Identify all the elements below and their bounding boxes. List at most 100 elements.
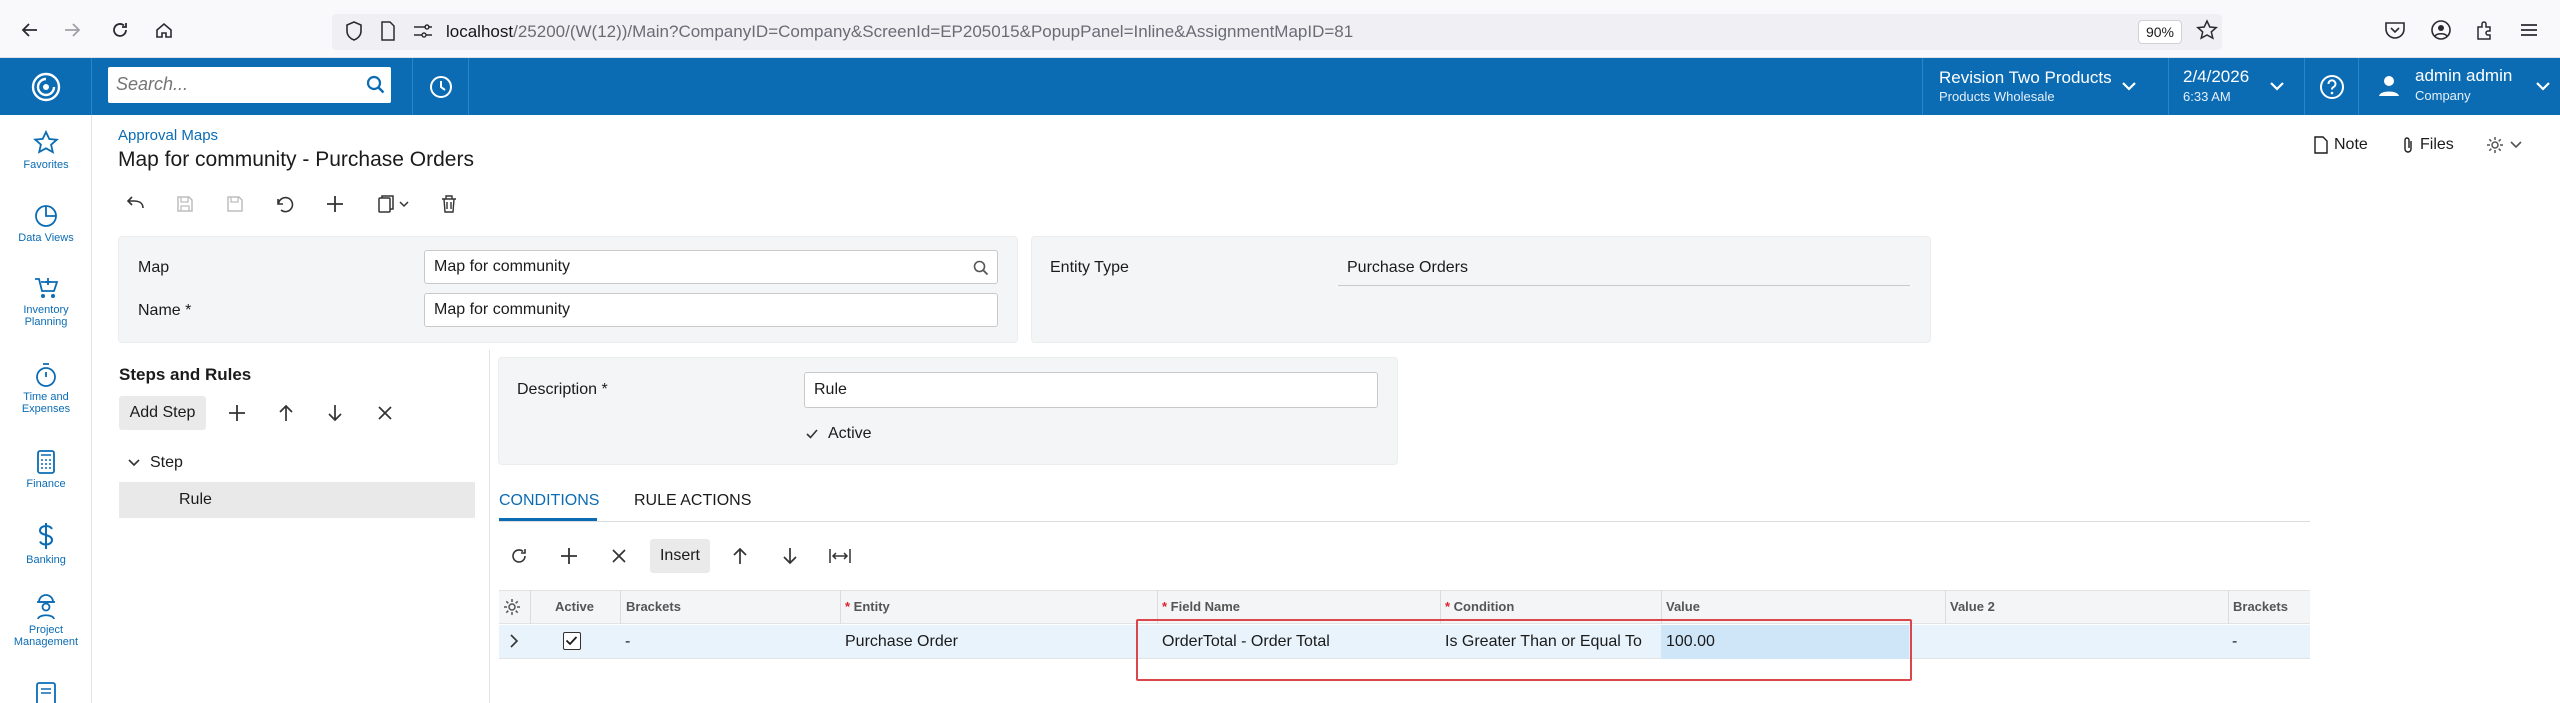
entity-type-field[interactable]: Purchase Orders: [1338, 250, 1910, 286]
move-up-icon[interactable]: [723, 539, 757, 573]
refresh-icon[interactable]: [502, 539, 536, 573]
app-menu-icon[interactable]: [2518, 19, 2540, 41]
add-row-icon[interactable]: [552, 539, 586, 573]
name-field[interactable]: Map for community: [424, 293, 998, 327]
shield-icon[interactable]: [344, 20, 364, 42]
tree-node-rule[interactable]: Rule: [119, 482, 475, 518]
url-text[interactable]: localhost/25200/(W(12))/Main?CompanyID=C…: [446, 22, 1353, 42]
reload-icon[interactable]: [106, 16, 134, 44]
nav-item-inventory-planning[interactable]: Inventory Planning: [0, 275, 92, 328]
chevron-down-icon: [399, 201, 409, 208]
document-icon[interactable]: [34, 681, 58, 703]
back-icon[interactable]: [118, 187, 152, 221]
back-arrow-icon[interactable]: [16, 16, 44, 44]
worker-icon: [37, 594, 55, 620]
dollar-icon: [38, 523, 54, 549]
gear-icon: [2487, 137, 2503, 153]
col-value[interactable]: Value: [1666, 599, 1700, 614]
page-title: Map for community - Purchase Orders: [118, 148, 474, 171]
nav-item-project-management[interactable]: Project Management: [0, 593, 92, 648]
move-up-icon[interactable]: [269, 396, 303, 430]
date-selector[interactable]: 2/4/2026 6:33 AM: [2168, 58, 2304, 115]
zoom-level-badge[interactable]: 90%: [2138, 20, 2182, 44]
add-step-button[interactable]: Add Step: [119, 396, 206, 430]
extensions-icon[interactable]: [2474, 19, 2496, 41]
logo-icon[interactable]: [0, 58, 92, 115]
col-entity[interactable]: * Entity: [845, 599, 890, 614]
help-icon[interactable]: [2304, 58, 2358, 115]
steps-rules-heading: Steps and Rules: [119, 365, 252, 384]
chevron-down-icon: [2269, 80, 2285, 92]
chevron-down-icon: [2535, 80, 2551, 92]
add-icon[interactable]: [220, 396, 254, 430]
branch-name: Revision Two Products: [1939, 68, 2112, 87]
map-field[interactable]: Map for community: [424, 250, 998, 284]
calculator-icon: [37, 450, 55, 474]
fit-columns-icon[interactable]: [823, 539, 857, 573]
tab-rule-actions[interactable]: RULE ACTIONS: [634, 492, 751, 510]
cart-icon: [35, 278, 59, 298]
breadcrumb[interactable]: Approval Maps: [118, 127, 218, 144]
col-field-name[interactable]: * Field Name: [1162, 599, 1240, 614]
split-divider[interactable]: [489, 350, 490, 703]
permissions-icon[interactable]: [412, 22, 434, 40]
nav-item-finance[interactable]: Finance: [0, 449, 92, 490]
bookmark-star-icon[interactable]: [2196, 19, 2218, 41]
search-icon[interactable]: [366, 75, 386, 95]
branch-selector[interactable]: Revision Two Products Products Wholesale: [1922, 58, 2168, 115]
nav-item-data-views[interactable]: Data Views: [0, 203, 92, 244]
forward-arrow-icon[interactable]: [58, 16, 86, 44]
search-box[interactable]: [108, 67, 391, 103]
settings-menu-button[interactable]: [2486, 136, 2522, 154]
col-condition[interactable]: * Condition: [1445, 599, 1514, 614]
search-input[interactable]: [108, 67, 348, 101]
delete-x-icon[interactable]: [368, 396, 402, 430]
map-label: Map: [138, 259, 170, 276]
business-date: 2/4/2026: [2183, 67, 2250, 86]
cell-entity[interactable]: Purchase Order: [845, 633, 958, 651]
grid-settings-icon[interactable]: [503, 598, 521, 616]
col-active[interactable]: Active: [555, 599, 594, 614]
nav-item-banking[interactable]: Banking: [0, 521, 92, 566]
user-menu[interactable]: admin admin Company: [2358, 58, 2560, 115]
cell-condition[interactable]: Is Greater Than or Equal To: [1445, 633, 1642, 651]
note-button[interactable]: Note: [2314, 136, 2368, 154]
tree-node-step[interactable]: Step: [128, 454, 183, 472]
save-close-icon[interactable]: [168, 187, 202, 221]
cell-brackets-open[interactable]: -: [625, 633, 630, 651]
row-active-checkbox[interactable]: [563, 632, 581, 650]
move-down-icon[interactable]: [773, 539, 807, 573]
save-icon[interactable]: [218, 187, 252, 221]
nav-item-time-expenses[interactable]: Time and Expenses: [0, 362, 92, 415]
pocket-icon[interactable]: [2384, 20, 2406, 40]
move-down-icon[interactable]: [318, 396, 352, 430]
cell-brackets-close[interactable]: -: [2232, 633, 2237, 651]
tab-conditions[interactable]: CONDITIONS: [499, 492, 599, 510]
col-brackets-close[interactable]: Brackets: [2233, 599, 2288, 614]
add-icon[interactable]: [318, 187, 352, 221]
account-icon[interactable]: [2430, 19, 2452, 41]
undo-icon[interactable]: [268, 187, 302, 221]
page-icon[interactable]: [380, 21, 396, 41]
history-icon[interactable]: [412, 58, 469, 115]
cell-value[interactable]: 100.00: [1666, 633, 1715, 651]
nav-item-favorites[interactable]: Favorites: [0, 130, 92, 171]
home-icon[interactable]: [150, 16, 178, 44]
active-checkbox[interactable]: Active: [806, 425, 872, 443]
pie-chart-icon: [35, 205, 57, 227]
row-expand-icon[interactable]: [509, 633, 519, 649]
col-brackets-open[interactable]: Brackets: [626, 599, 681, 614]
col-value-2[interactable]: Value 2: [1950, 599, 1995, 614]
chevron-down-icon: [2510, 141, 2522, 149]
cell-field-name[interactable]: OrderTotal - Order Total: [1162, 633, 1330, 651]
delete-row-icon[interactable]: [602, 539, 636, 573]
checkmark-icon: [565, 636, 578, 646]
insert-button[interactable]: Insert: [650, 539, 710, 573]
star-icon: [33, 130, 59, 154]
stopwatch-icon: [36, 363, 56, 387]
files-button[interactable]: Files: [2402, 136, 2454, 154]
delete-icon[interactable]: [432, 187, 466, 221]
description-field[interactable]: Rule: [804, 372, 1378, 408]
branch-subtitle: Products Wholesale: [1939, 89, 2055, 104]
copy-paste-menu[interactable]: [368, 187, 418, 221]
